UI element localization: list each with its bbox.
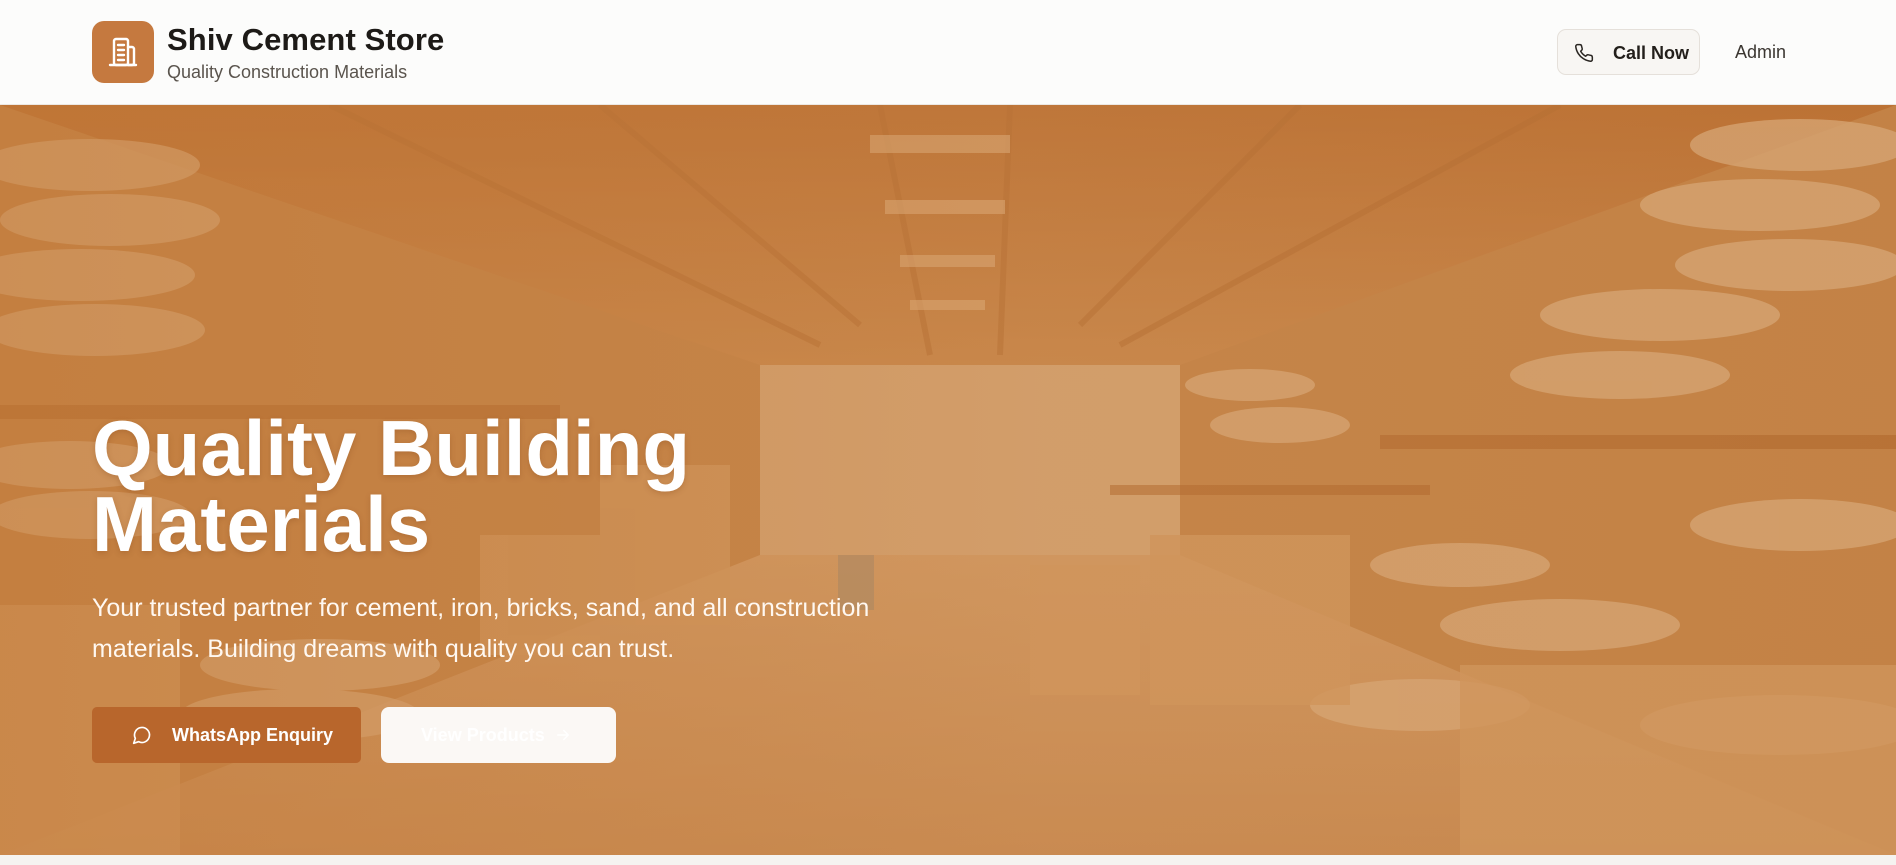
call-now-label: Call Now bbox=[1613, 43, 1690, 63]
hero-subtitle: Your trusted partner for cement, iron, b… bbox=[92, 594, 870, 663]
chat-bubble-icon bbox=[132, 726, 151, 745]
page-bottom-divider bbox=[0, 855, 1896, 865]
brand-name: Shiv Cement Store bbox=[167, 22, 445, 57]
brand-tagline: Quality Construction Materials bbox=[167, 62, 408, 82]
site-header: Shiv Cement Store Quality Construction M… bbox=[0, 0, 1896, 105]
whatsapp-enquiry-button[interactable]: WhatsApp Enquiry bbox=[92, 707, 361, 763]
hero-section: Quality Building Materials Your trusted … bbox=[0, 105, 1896, 855]
whatsapp-enquiry-label: WhatsApp Enquiry bbox=[172, 725, 333, 745]
call-now-button[interactable]: Call Now bbox=[1557, 29, 1700, 75]
arrow-right-icon bbox=[557, 729, 569, 741]
admin-link[interactable]: Admin bbox=[1735, 42, 1786, 63]
view-products-button[interactable]: View Products bbox=[381, 707, 616, 763]
phone-icon bbox=[1575, 43, 1594, 62]
logo[interactable] bbox=[92, 21, 154, 83]
building-icon bbox=[108, 37, 138, 67]
view-products-label: View Products bbox=[421, 725, 545, 745]
hero-title: Quality Building Materials bbox=[92, 404, 690, 568]
